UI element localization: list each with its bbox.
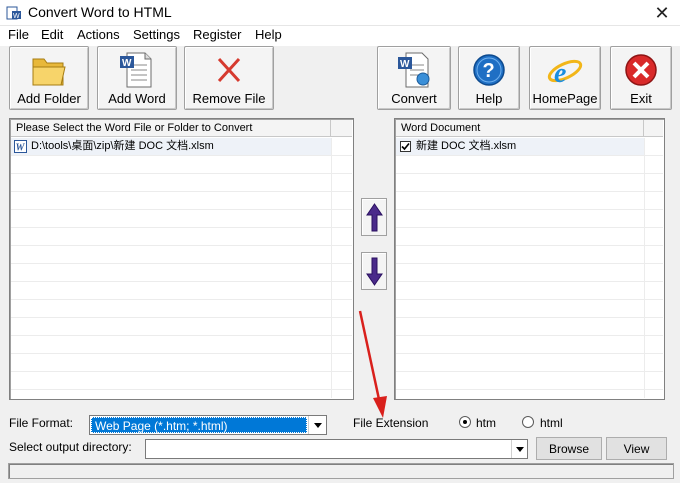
ext-htm-label[interactable]: htm (476, 416, 496, 430)
add-word-button[interactable]: W Add Word (97, 46, 177, 110)
target-rows: 新建 DOC 文档.xlsm (396, 138, 663, 398)
svg-text:?: ? (483, 60, 495, 82)
output-directory-input[interactable] (145, 439, 528, 459)
chevron-down-icon (515, 446, 524, 452)
homepage-label: HomePage (532, 91, 598, 106)
ext-html-radio[interactable] (522, 416, 534, 428)
file-extension-label: File Extension (353, 416, 429, 430)
menu-actions[interactable]: Actions (77, 27, 120, 42)
source-list-header: Please Select the Word File or Folder to… (11, 120, 352, 137)
source-column-divider (331, 138, 332, 398)
svg-text:W: W (16, 143, 26, 154)
source-file-path: D:\tools\桌面\zip\新建 DOC 文档.xlsm (31, 140, 214, 152)
svg-text:W: W (400, 59, 410, 70)
arrow-down-icon (366, 257, 383, 286)
status-bar (8, 463, 674, 479)
remove-x-icon (217, 57, 241, 83)
file-format-value: Web Page (*.htm; *.html) (91, 417, 307, 433)
radio-selected-dot (463, 420, 467, 424)
menu-bar: File Edit Actions Settings Register Help (0, 26, 680, 46)
remove-file-label: Remove File (192, 91, 266, 106)
menu-file[interactable]: File (8, 27, 29, 42)
move-down-button[interactable] (361, 252, 387, 290)
item-checkbox[interactable] (400, 141, 411, 152)
convert-document-icon: W (398, 52, 430, 88)
add-word-label: Add Word (108, 91, 166, 106)
menu-edit[interactable]: Edit (41, 27, 63, 42)
exit-button[interactable]: Exit (610, 46, 672, 110)
view-button[interactable]: View (606, 437, 667, 460)
help-question-icon: ? (473, 54, 505, 86)
convert-button[interactable]: W Convert (377, 46, 451, 110)
convert-label: Convert (391, 91, 437, 106)
target-column-divider (644, 138, 645, 398)
ext-html-label[interactable]: html (540, 416, 563, 430)
list-item[interactable]: W D:\tools\桌面\zip\新建 DOC 文档.xlsm (11, 138, 331, 155)
source-rows: W D:\tools\桌面\zip\新建 DOC 文档.xlsm (11, 138, 352, 398)
source-file-list[interactable]: Please Select the Word File or Folder to… (9, 118, 354, 400)
exit-label: Exit (630, 91, 652, 106)
help-label: Help (475, 91, 503, 106)
help-button[interactable]: ? Help (458, 46, 520, 110)
output-directory-dropdown[interactable] (511, 440, 527, 458)
chevron-down-icon (313, 422, 322, 428)
svg-text:W: W (122, 58, 132, 69)
list-item[interactable]: 新建 DOC 文档.xlsm (396, 138, 644, 155)
ext-htm-radio[interactable] (459, 416, 471, 428)
word-document-icon: W (120, 52, 152, 88)
file-format-dropdown[interactable] (308, 416, 326, 434)
arrow-up-icon (366, 203, 383, 232)
move-up-button[interactable] (361, 198, 387, 236)
target-column-header[interactable]: Word Document (396, 120, 644, 137)
browse-button[interactable]: Browse (536, 437, 602, 460)
menu-help[interactable]: Help (255, 27, 282, 42)
file-format-label: File Format: (9, 416, 74, 430)
source-column-header[interactable]: Please Select the Word File or Folder to… (11, 120, 331, 137)
browser-e-icon: e (547, 58, 583, 89)
folder-icon (32, 58, 66, 86)
menu-register[interactable]: Register (193, 27, 241, 42)
add-folder-label: Add Folder (17, 91, 81, 106)
homepage-button[interactable]: e HomePage (529, 46, 601, 110)
remove-file-button[interactable]: Remove File (184, 46, 274, 110)
target-list-header: Word Document (396, 120, 663, 137)
file-format-select[interactable]: Web Page (*.htm; *.html) (89, 415, 327, 435)
svg-text:e: e (554, 58, 566, 89)
menu-settings[interactable]: Settings (133, 27, 180, 42)
exit-x-icon (625, 54, 657, 86)
word-file-icon: W (14, 140, 27, 153)
checkmark-icon (401, 142, 410, 151)
title-bar: W Convert Word to HTML ✕ (0, 0, 680, 26)
window-title: Convert Word to HTML (28, 4, 172, 20)
add-folder-button[interactable]: Add Folder (9, 46, 89, 110)
target-file-name: 新建 DOC 文档.xlsm (416, 140, 517, 152)
close-window-button[interactable]: ✕ (644, 0, 680, 26)
svg-text:W: W (13, 13, 20, 20)
output-directory-label: Select output directory: (9, 440, 132, 454)
app-icon: W (6, 6, 21, 20)
word-document-list[interactable]: Word Document 新建 DOC 文档.xlsm (394, 118, 665, 400)
